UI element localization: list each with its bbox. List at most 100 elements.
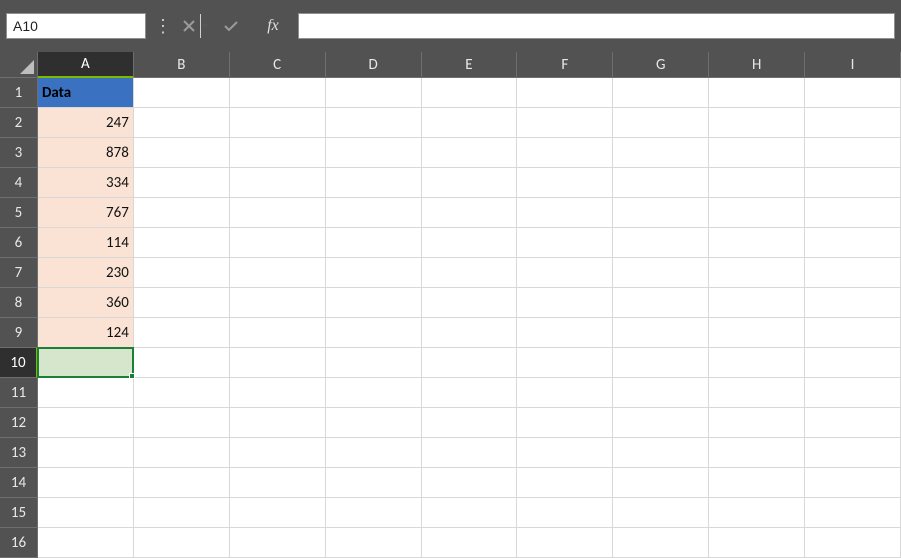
cell-D13[interactable]: [326, 438, 422, 468]
column-header-F[interactable]: F: [517, 52, 613, 78]
cell-B2[interactable]: [134, 108, 230, 138]
cell-D6[interactable]: [326, 228, 422, 258]
formula-bar[interactable]: [298, 13, 895, 39]
cell-B1[interactable]: [134, 78, 230, 108]
cell-E1[interactable]: [422, 78, 518, 108]
cell-H13[interactable]: [709, 438, 805, 468]
cell-C8[interactable]: [230, 288, 326, 318]
cell-I4[interactable]: [805, 168, 901, 198]
cell-H8[interactable]: [709, 288, 805, 318]
cell-A4[interactable]: 334: [38, 168, 134, 198]
cell-I9[interactable]: [805, 318, 901, 348]
cell-H6[interactable]: [709, 228, 805, 258]
cell-A9[interactable]: 124: [38, 318, 134, 348]
row-header-2[interactable]: 2: [0, 108, 38, 138]
cell-G14[interactable]: [613, 468, 709, 498]
cell-E4[interactable]: [422, 168, 518, 198]
cell-H16[interactable]: [709, 528, 805, 558]
cell-B10[interactable]: [134, 348, 230, 378]
cell-D4[interactable]: [326, 168, 422, 198]
cell-G4[interactable]: [613, 168, 709, 198]
cell-H14[interactable]: [709, 468, 805, 498]
cell-H5[interactable]: [709, 198, 805, 228]
cell-B8[interactable]: [134, 288, 230, 318]
row-header-11[interactable]: 11: [0, 378, 38, 408]
cell-B16[interactable]: [134, 528, 230, 558]
cell-E9[interactable]: [422, 318, 518, 348]
cell-C11[interactable]: [230, 378, 326, 408]
cell-B5[interactable]: [134, 198, 230, 228]
cell-C12[interactable]: [230, 408, 326, 438]
cell-E10[interactable]: [422, 348, 518, 378]
cell-A10[interactable]: [38, 348, 134, 378]
column-header-C[interactable]: C: [230, 52, 326, 78]
cell-A12[interactable]: [38, 408, 134, 438]
row-header-12[interactable]: 12: [0, 408, 38, 438]
cell-D15[interactable]: [326, 498, 422, 528]
cell-E16[interactable]: [422, 528, 518, 558]
row-header-16[interactable]: 16: [0, 528, 38, 558]
cell-G7[interactable]: [613, 258, 709, 288]
cell-H9[interactable]: [709, 318, 805, 348]
cell-E7[interactable]: [422, 258, 518, 288]
cell-A15[interactable]: [38, 498, 134, 528]
cell-F16[interactable]: [517, 528, 613, 558]
cell-C16[interactable]: [230, 528, 326, 558]
cell-H2[interactable]: [709, 108, 805, 138]
cell-H12[interactable]: [709, 408, 805, 438]
row-header-15[interactable]: 15: [0, 498, 38, 528]
cell-A13[interactable]: [38, 438, 134, 468]
column-header-D[interactable]: D: [326, 52, 422, 78]
cell-I13[interactable]: [805, 438, 901, 468]
cell-I16[interactable]: [805, 528, 901, 558]
cell-A3[interactable]: 878: [38, 138, 134, 168]
cell-D3[interactable]: [326, 138, 422, 168]
cell-G10[interactable]: [613, 348, 709, 378]
cell-C5[interactable]: [230, 198, 326, 228]
cell-D14[interactable]: [326, 468, 422, 498]
cell-D8[interactable]: [326, 288, 422, 318]
cell-B12[interactable]: [134, 408, 230, 438]
cell-E3[interactable]: [422, 138, 518, 168]
cell-C7[interactable]: [230, 258, 326, 288]
cell-G6[interactable]: [613, 228, 709, 258]
cell-D5[interactable]: [326, 198, 422, 228]
cell-G13[interactable]: [613, 438, 709, 468]
cell-E6[interactable]: [422, 228, 518, 258]
cell-F3[interactable]: [517, 138, 613, 168]
cell-D11[interactable]: [326, 378, 422, 408]
cell-A7[interactable]: 230: [38, 258, 134, 288]
cell-I11[interactable]: [805, 378, 901, 408]
cell-G11[interactable]: [613, 378, 709, 408]
select-all-button[interactable]: [0, 52, 38, 78]
cell-D9[interactable]: [326, 318, 422, 348]
cell-D16[interactable]: [326, 528, 422, 558]
column-header-I[interactable]: I: [805, 52, 901, 78]
cell-B15[interactable]: [134, 498, 230, 528]
cancel-button[interactable]: [172, 13, 206, 39]
cell-C2[interactable]: [230, 108, 326, 138]
cell-H10[interactable]: [709, 348, 805, 378]
cell-F11[interactable]: [517, 378, 613, 408]
cell-F1[interactable]: [517, 78, 613, 108]
cell-I7[interactable]: [805, 258, 901, 288]
cell-F6[interactable]: [517, 228, 613, 258]
cell-I14[interactable]: [805, 468, 901, 498]
row-header-3[interactable]: 3: [0, 138, 38, 168]
cell-A11[interactable]: [38, 378, 134, 408]
cell-I3[interactable]: [805, 138, 901, 168]
insert-function-button[interactable]: fx: [256, 13, 290, 39]
cell-G12[interactable]: [613, 408, 709, 438]
cell-I10[interactable]: [805, 348, 901, 378]
cell-D7[interactable]: [326, 258, 422, 288]
cell-I12[interactable]: [805, 408, 901, 438]
cell-I6[interactable]: [805, 228, 901, 258]
cell-A1[interactable]: Data: [38, 78, 134, 108]
row-header-8[interactable]: 8: [0, 288, 38, 318]
row-header-14[interactable]: 14: [0, 468, 38, 498]
cell-F7[interactable]: [517, 258, 613, 288]
cell-C10[interactable]: [230, 348, 326, 378]
cell-B13[interactable]: [134, 438, 230, 468]
cell-F14[interactable]: [517, 468, 613, 498]
cell-D1[interactable]: [326, 78, 422, 108]
